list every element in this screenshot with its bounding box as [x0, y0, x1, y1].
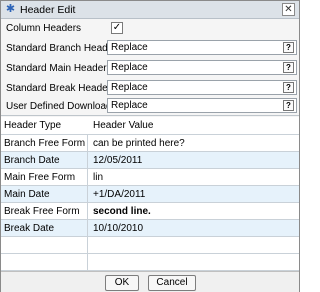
help-button[interactable]: ? — [283, 100, 294, 111]
dialog-title: Header Edit — [20, 4, 76, 16]
standard-branch-header-label: Standard Branch Header — [6, 43, 117, 54]
header-value-cell[interactable]: can be printed here? — [93, 138, 185, 149]
table-header-row: Header Type Header Value — [1, 117, 299, 135]
header-value-cell[interactable]: 12/05/2011 — [93, 155, 142, 166]
header-type-cell: Break Date — [4, 223, 55, 234]
column-headers-checkbox[interactable]: ✓ — [111, 22, 123, 34]
standard-main-header-select[interactable]: Replace ? — [107, 60, 297, 75]
column-separator — [87, 152, 88, 169]
select-value: Replace — [111, 100, 148, 111]
select-value: Replace — [111, 82, 148, 93]
table-row[interactable]: Main Date +1/DA/2011 — [1, 186, 299, 203]
header-type-cell: Branch Free Form — [4, 138, 86, 149]
settings-gear-icon: ✱ — [5, 3, 16, 15]
select-value: Replace — [111, 62, 148, 73]
cancel-button[interactable]: Cancel — [148, 275, 196, 291]
header-edit-dialog: ✱ Header Edit ✕ Column Headers ✓ Standar… — [0, 0, 300, 292]
table-row-empty — [1, 254, 299, 271]
column-header-type[interactable]: Header Type — [4, 120, 61, 131]
column-separator — [87, 203, 88, 220]
header-value-cell[interactable]: +1/DA/2011 — [93, 189, 145, 200]
column-separator — [87, 135, 88, 152]
standard-break-header-label: Standard Break Header — [6, 83, 112, 94]
help-button[interactable]: ? — [283, 82, 294, 93]
table-row[interactable]: Main Free Form lin — [1, 169, 299, 186]
column-separator — [87, 254, 88, 271]
table-row[interactable]: Break Free Form second line. — [1, 203, 299, 220]
table-row[interactable]: Branch Free Form can be printed here? — [1, 135, 299, 152]
title-bar[interactable]: ✱ Header Edit ✕ — [1, 1, 299, 19]
standard-main-header-label: Standard Main Header — [6, 63, 107, 74]
column-headers-label: Column Headers — [6, 23, 82, 34]
close-button[interactable]: ✕ — [282, 3, 295, 16]
header-type-cell: Main Free Form — [4, 172, 76, 183]
header-value-cell[interactable]: 10/10/2010 — [93, 223, 143, 234]
table-row[interactable]: Branch Date 12/05/2011 — [1, 152, 299, 169]
user-defined-download-select[interactable]: Replace ? — [107, 98, 297, 113]
header-value-cell[interactable]: lin — [93, 172, 103, 183]
user-defined-download-label: User Defined Download — [6, 101, 112, 112]
table-row-empty — [1, 237, 299, 254]
header-type-cell: Break Free Form — [4, 206, 80, 217]
header-type-cell: Main Date — [4, 189, 50, 200]
table-divider — [1, 115, 299, 116]
column-separator — [87, 186, 88, 203]
select-value: Replace — [111, 42, 148, 53]
column-separator — [87, 237, 88, 254]
column-header-value[interactable]: Header Value — [93, 120, 153, 131]
column-separator — [87, 169, 88, 186]
standard-break-header-select[interactable]: Replace ? — [107, 80, 297, 95]
table-row[interactable]: Break Date 10/10/2010 — [1, 220, 299, 237]
header-type-cell: Branch Date — [4, 155, 60, 166]
dialog-footer: OK Cancel — [1, 271, 299, 292]
header-value-cell[interactable]: second line. — [93, 206, 151, 217]
ok-button[interactable]: OK — [105, 275, 139, 291]
help-button[interactable]: ? — [283, 62, 294, 73]
standard-branch-header-select[interactable]: Replace ? — [107, 40, 297, 55]
column-separator — [87, 220, 88, 237]
help-button[interactable]: ? — [283, 42, 294, 53]
